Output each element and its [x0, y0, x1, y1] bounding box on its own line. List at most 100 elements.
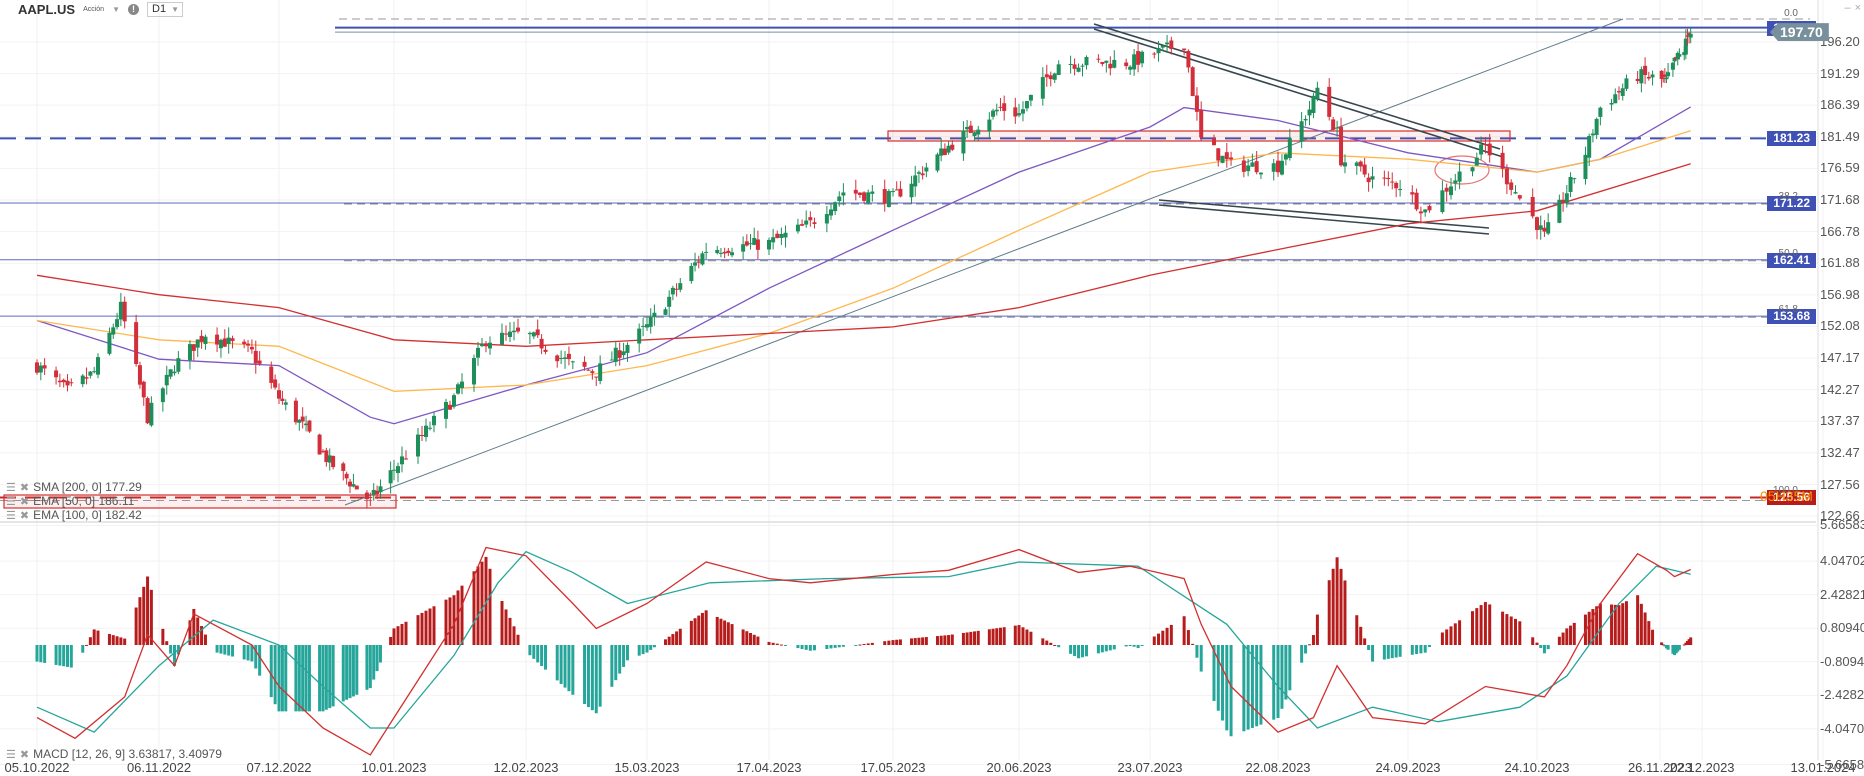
candle: [722, 251, 727, 254]
macd-histogram-bar: [1327, 580, 1331, 645]
candle: [1646, 76, 1651, 79]
candle: [1564, 193, 1569, 203]
candle: [1258, 172, 1263, 175]
candle: [134, 322, 139, 365]
macd-histogram-bar: [800, 645, 804, 649]
macd-histogram-bar: [1041, 638, 1045, 645]
remove-icon[interactable]: ✖: [20, 481, 29, 494]
macd-histogram-bar: [428, 608, 432, 645]
macd-histogram-bar: [1315, 614, 1319, 645]
channel-upper-1[interactable]: [1093, 23, 1501, 150]
remove-icon[interactable]: ✖: [20, 509, 29, 522]
candle: [1650, 74, 1655, 78]
close-icon[interactable]: ×: [1855, 2, 1861, 14]
macd-histogram-bar: [448, 597, 452, 645]
candle: [645, 324, 649, 328]
macd-histogram-bar: [1182, 616, 1186, 645]
candle: [935, 154, 940, 171]
candle: [1457, 171, 1462, 182]
macd-histogram-bar: [149, 589, 153, 645]
macd-histogram-bar: [571, 645, 575, 695]
chevron-down-icon[interactable]: ▼: [112, 5, 120, 14]
candle: [870, 191, 875, 194]
candle: [172, 371, 177, 374]
macd-histogram-bar: [54, 645, 58, 665]
macd-histogram-bar: [1104, 645, 1108, 652]
candle: [968, 125, 973, 133]
candle: [748, 243, 753, 245]
candle: [1504, 168, 1509, 185]
macd-histogram-bar: [161, 628, 165, 645]
candle: [484, 343, 488, 347]
macd-histogram-bar: [39, 645, 43, 663]
candle: [111, 327, 116, 335]
candle: [277, 390, 281, 399]
candle: [456, 384, 460, 394]
candle: [230, 338, 235, 341]
remove-icon[interactable]: ✖: [20, 748, 29, 761]
macd-histogram-bar: [1572, 622, 1576, 645]
fib-label: 0.0: [1784, 7, 1798, 19]
macd-tick-label: -0.80940: [1820, 653, 1864, 669]
macd-histogram-bar: [258, 645, 262, 676]
candle: [1444, 187, 1449, 192]
candle: [191, 344, 196, 351]
resistance-zone[interactable]: [887, 130, 1511, 142]
legend-ema100[interactable]: ☰ ✖ EMA [100, 0] 182.42: [6, 508, 142, 522]
macd-histogram-bar: [1049, 642, 1053, 645]
candle: [1557, 199, 1562, 223]
breakout-ellipse[interactable]: [1434, 155, 1490, 185]
macd-histogram-bar: [66, 645, 69, 667]
macd-histogram-bar: [92, 629, 96, 645]
candle: [961, 130, 966, 154]
candle: [38, 365, 43, 373]
macd-histogram-bar: [351, 645, 355, 697]
x-tick-label: 05.10.2022: [4, 760, 70, 775]
macd-histogram-bar: [1449, 626, 1453, 645]
macd-histogram-bar: [1514, 618, 1517, 645]
legend-sma200[interactable]: ☰ ✖ SMA [200, 0] 177.29: [6, 480, 142, 494]
macd-histogram-bar: [779, 644, 783, 646]
macd-histogram-bar: [671, 634, 675, 645]
candle: [1132, 54, 1137, 70]
candle: [54, 370, 59, 378]
minimize-icon[interactable]: –: [1844, 2, 1850, 14]
menu-icon[interactable]: ☰: [6, 481, 16, 494]
legend-macd[interactable]: ☰ ✖ MACD [12, 26, 9] 3.63817, 3.40979: [6, 747, 222, 761]
menu-icon[interactable]: ☰: [6, 748, 16, 761]
macd-histogram-bar: [563, 645, 567, 688]
candle: [480, 344, 484, 347]
macd-histogram-bar: [1386, 645, 1390, 659]
candle: [199, 335, 204, 342]
candle: [1535, 217, 1539, 231]
ma-line-ema50[interactable]: [36, 106, 1692, 425]
macd-histogram-bar: [898, 639, 902, 645]
candle: [273, 379, 278, 388]
macd-histogram-bar: [215, 645, 219, 653]
info-icon[interactable]: !: [128, 4, 139, 15]
candle: [1635, 78, 1640, 82]
candle: [1382, 177, 1387, 179]
candle: [283, 402, 288, 405]
candle: [1044, 74, 1049, 78]
candle: [141, 381, 146, 398]
candle: [35, 362, 39, 373]
candle: [570, 361, 575, 363]
macd-histogram-bar: [321, 645, 325, 712]
channel-lower-2[interactable]: [1158, 204, 1490, 235]
legend-ema50[interactable]: ☰ ✖ EMA [50, 0] 186.11: [6, 494, 134, 508]
macd-histogram-bar: [1651, 629, 1655, 645]
price-level-tag[interactable]: 181.23: [1767, 131, 1816, 147]
macd-histogram-bar: [1355, 615, 1359, 645]
remove-icon[interactable]: ✖: [20, 495, 29, 508]
price-chart[interactable]: [0, 0, 1864, 776]
trend-line-long[interactable]: [344, 18, 1624, 506]
macd-histogram-bar: [641, 645, 645, 655]
macd-histogram-bar: [500, 601, 504, 645]
macd-histogram-bar: [1643, 612, 1647, 645]
menu-icon[interactable]: ☰: [6, 509, 16, 522]
candle: [1020, 109, 1025, 114]
menu-icon[interactable]: ☰: [6, 495, 16, 508]
symbol-label[interactable]: AAPL.US: [18, 2, 75, 17]
timeframe-select[interactable]: D1 ▼: [147, 2, 184, 17]
